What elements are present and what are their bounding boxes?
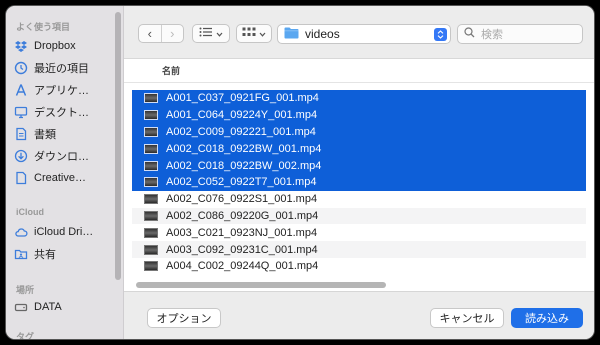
file-row[interactable]: A002_C052_0922T7_001.mp4 (132, 173, 586, 191)
video-thumbnail-icon (144, 194, 158, 205)
file-row[interactable]: A004_C002_09244Q_001.mp4 (132, 258, 586, 275)
open-file-dialog: よく使う項目 Dropbox 最近の項目 アプリケ… デスクト… 書類 ダウンロ… (6, 6, 594, 339)
file-list: 名前 A001_C037_0921FG_001.mp4 A001_C064_092… (124, 58, 594, 291)
video-thumbnail-icon (144, 126, 158, 137)
file-name: A002_C076_0922S1_001.mp4 (166, 193, 318, 206)
file-row[interactable]: A003_C021_0923NJ_001.mp4 (132, 224, 586, 241)
drive-icon (14, 300, 28, 314)
file-row[interactable]: A002_C009_092221_001.mp4 (132, 123, 586, 141)
sidebar-item-label: Creative… (34, 172, 86, 184)
cancel-button[interactable]: キャンセル (430, 308, 504, 328)
applications-icon (14, 83, 28, 97)
clock-icon (14, 61, 28, 75)
file-row[interactable]: A002_C018_0922BW_002.mp4 (132, 157, 586, 174)
navigation-buttons: ‹ › (138, 24, 184, 43)
search-icon (464, 27, 475, 41)
file-name: A002_C018_0922BW_002.mp4 (166, 159, 322, 172)
document-icon (14, 127, 28, 141)
location-popup[interactable]: videos (277, 24, 451, 44)
dropbox-icon (14, 39, 28, 53)
sidebar-item-downloads[interactable]: ダウンロ… (14, 145, 114, 167)
options-button[interactable]: オプション (147, 308, 221, 328)
sidebar-item-desktop[interactable]: デスクト… (14, 101, 114, 123)
file-row[interactable]: A001_C037_0921FG_001.mp4 (132, 90, 586, 107)
sidebar-item-icloud-drive[interactable]: iCloud Dri… (14, 221, 114, 243)
column-header-name[interactable]: 名前 (124, 59, 594, 83)
search-field[interactable]: 検索 (457, 24, 583, 44)
horizontal-scrollbar[interactable] (136, 282, 386, 288)
file-row[interactable]: A001_C064_09224Y_001.mp4 (132, 106, 586, 124)
file-row[interactable]: A003_C092_09231C_001.mp4 (132, 241, 586, 258)
sidebar-item-data-drive[interactable]: DATA (14, 296, 114, 318)
file-name: A002_C009_092221_001.mp4 (166, 125, 316, 138)
location-label: videos (305, 27, 340, 41)
dialog-footer: オプション キャンセル 読み込み (124, 291, 594, 339)
list-view-button[interactable] (192, 24, 230, 43)
sidebar-scrollbar[interactable] (115, 12, 121, 280)
file-icon (14, 171, 28, 185)
chevron-down-icon (259, 28, 266, 40)
desktop-icon (14, 105, 28, 119)
back-button[interactable]: ‹ (139, 25, 161, 42)
sidebar: よく使う項目 Dropbox 最近の項目 アプリケ… デスクト… 書類 ダウンロ… (6, 6, 124, 339)
file-rows: A001_C037_0921FG_001.mp4 A001_C064_09224Y… (132, 90, 586, 275)
video-thumbnail-icon (144, 177, 158, 188)
file-row[interactable]: A002_C086_09220G_001.mp4 (132, 207, 586, 225)
location-stepper-icon (434, 28, 447, 41)
sidebar-item-shared[interactable]: 共有 (14, 243, 114, 265)
sidebar-item-label: iCloud Dri… (34, 226, 94, 238)
video-thumbnail-icon (144, 244, 158, 255)
group-view-button[interactable] (236, 24, 272, 43)
sidebar-item-label: DATA (34, 301, 62, 313)
file-name: A003_C021_0923NJ_001.mp4 (166, 226, 318, 239)
cloud-icon (14, 225, 28, 239)
file-name: A002_C052_0922T7_001.mp4 (166, 176, 317, 189)
chevron-down-icon (216, 28, 223, 40)
sidebar-item-dropbox[interactable]: Dropbox (14, 35, 114, 57)
file-name: A002_C018_0922BW_001.mp4 (166, 142, 322, 155)
sidebar-section-locations: 場所 (16, 285, 35, 295)
video-thumbnail-icon (144, 160, 158, 171)
sidebar-item-creative[interactable]: Creative… (14, 167, 114, 189)
video-thumbnail-icon (144, 210, 158, 221)
sidebar-item-label: アプリケ… (34, 85, 89, 97)
sidebar-section-icloud: iCloud (16, 207, 44, 217)
file-name: A001_C064_09224Y_001.mp4 (166, 109, 318, 122)
file-name: A004_C002_09244Q_001.mp4 (166, 260, 319, 273)
video-thumbnail-icon (144, 93, 158, 104)
sidebar-item-label: 書類 (34, 129, 56, 141)
grid-icon (242, 27, 256, 40)
sidebar-item-label: 共有 (34, 249, 56, 261)
file-row[interactable]: A002_C076_0922S1_001.mp4 (132, 191, 586, 208)
folder-icon (284, 27, 299, 42)
open-button[interactable]: 読み込み (511, 308, 583, 328)
list-view-icon (199, 27, 213, 40)
sidebar-section-favorites: よく使う項目 (16, 22, 71, 32)
shared-folder-icon (14, 247, 28, 261)
sidebar-item-recents[interactable]: 最近の項目 (14, 57, 114, 79)
sidebar-item-label: デスクト… (34, 107, 89, 119)
toolbar: ‹ › videos 検索 (124, 6, 594, 58)
video-thumbnail-icon (144, 110, 158, 121)
file-name: A003_C092_09231C_001.mp4 (166, 243, 318, 256)
sidebar-item-label: Dropbox (34, 40, 76, 52)
file-name: A001_C037_0921FG_001.mp4 (166, 92, 319, 105)
forward-button[interactable]: › (160, 25, 184, 42)
file-name: A002_C086_09220G_001.mp4 (166, 209, 319, 222)
video-thumbnail-icon (144, 143, 158, 154)
download-icon (14, 149, 28, 163)
sidebar-item-label: ダウンロ… (34, 151, 89, 163)
search-placeholder: 検索 (481, 29, 503, 41)
sidebar-item-label: 最近の項目 (34, 63, 89, 75)
file-row[interactable]: A002_C018_0922BW_001.mp4 (132, 140, 586, 158)
sidebar-section-tags: タグ (16, 332, 35, 339)
video-thumbnail-icon (144, 227, 158, 238)
video-thumbnail-icon (144, 261, 158, 272)
sidebar-item-documents[interactable]: 書類 (14, 123, 114, 145)
sidebar-item-applications[interactable]: アプリケ… (14, 79, 114, 101)
